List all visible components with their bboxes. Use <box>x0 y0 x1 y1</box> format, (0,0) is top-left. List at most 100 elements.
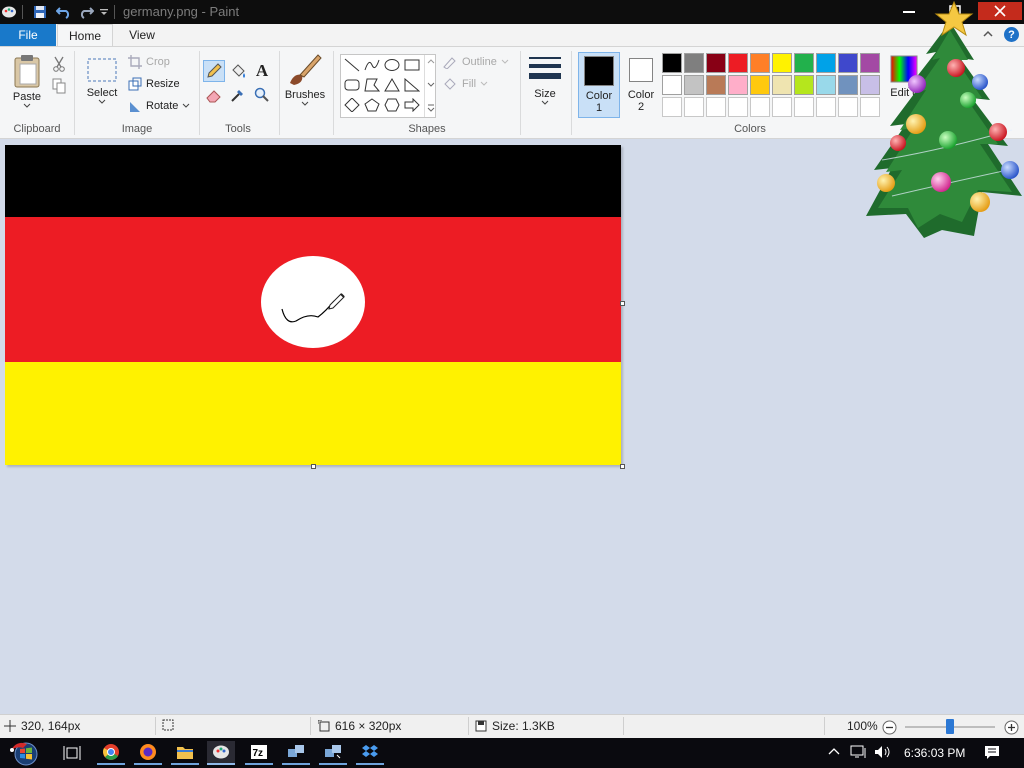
palette-color-swatch[interactable] <box>706 75 726 95</box>
dropbox-taskbar-button[interactable] <box>356 741 384 765</box>
network-app-taskbar-button[interactable] <box>282 741 310 765</box>
palette-color-swatch[interactable] <box>750 97 770 117</box>
start-button[interactable] <box>6 741 46 766</box>
resize-button[interactable]: Resize <box>128 77 180 91</box>
palette-color-swatch[interactable] <box>794 53 814 73</box>
palette-color-swatch[interactable] <box>816 53 836 73</box>
color-picker-tool[interactable] <box>227 84 249 106</box>
text-tool[interactable]: A <box>251 60 273 82</box>
polygon-shape-icon[interactable] <box>363 76 381 94</box>
rectangle-shape-icon[interactable] <box>403 56 421 74</box>
remote-app-taskbar-button[interactable] <box>319 741 347 765</box>
file-explorer-taskbar-button[interactable] <box>171 741 199 765</box>
oval-shape-icon[interactable] <box>383 56 401 74</box>
palette-color-swatch[interactable] <box>772 75 792 95</box>
palette-color-swatch[interactable] <box>684 97 704 117</box>
resize-handle-bottom[interactable] <box>311 464 316 469</box>
size-button[interactable]: Size <box>526 55 564 106</box>
fill-button[interactable]: Fill <box>442 77 488 91</box>
task-view-button[interactable] <box>58 741 86 765</box>
fill-tool[interactable] <box>227 60 249 82</box>
zoom-in-button[interactable] <box>1004 720 1019 738</box>
palette-color-swatch[interactable] <box>662 75 682 95</box>
pencil-tool[interactable] <box>203 60 225 82</box>
shapes-scrollbar[interactable] <box>424 55 436 117</box>
image-size-value: 616 × 320px <box>335 719 402 733</box>
palette-color-swatch[interactable] <box>838 97 858 117</box>
outline-button[interactable]: Outline <box>442 55 509 69</box>
tab-home[interactable]: Home <box>57 24 113 47</box>
triangle-shape-icon[interactable] <box>383 76 401 94</box>
color-2-button[interactable]: Color 2 <box>622 52 660 118</box>
cut-icon[interactable] <box>48 53 70 75</box>
resize-handle-corner[interactable] <box>620 464 625 469</box>
tab-view[interactable]: View <box>120 24 164 46</box>
palette-color-swatch[interactable] <box>772 97 792 117</box>
right-arrow-shape-icon[interactable] <box>403 96 421 114</box>
palette-color-swatch[interactable] <box>816 75 836 95</box>
paste-button[interactable]: Paste <box>8 53 46 109</box>
network-icon[interactable] <box>850 745 868 762</box>
zoom-slider-thumb[interactable] <box>946 719 954 734</box>
zoom-out-button[interactable] <box>882 720 897 738</box>
right-triangle-shape-icon[interactable] <box>403 76 421 94</box>
palette-color-swatch[interactable] <box>662 97 682 117</box>
paint-app-icon[interactable] <box>0 3 18 21</box>
file-size-value: Size: 1.3KB <box>492 719 555 733</box>
cursor-position-value: 320, 164px <box>21 719 81 733</box>
palette-color-swatch[interactable] <box>816 97 836 117</box>
line-shape-icon[interactable] <box>343 56 361 74</box>
brush-icon <box>290 54 322 85</box>
select-button[interactable]: Select <box>82 57 122 105</box>
palette-color-swatch[interactable] <box>728 53 748 73</box>
palette-color-swatch[interactable] <box>838 53 858 73</box>
diamond-shape-icon[interactable] <box>343 96 361 114</box>
drawing-canvas[interactable] <box>5 145 621 465</box>
rounded-rectangle-shape-icon[interactable] <box>343 76 361 94</box>
zoom-level: 100% <box>847 719 878 733</box>
undo-icon[interactable] <box>54 3 74 21</box>
crop-button[interactable]: Crop <box>128 55 170 69</box>
curve-shape-icon[interactable] <box>363 56 381 74</box>
copy-icon[interactable] <box>48 75 70 97</box>
chrome-taskbar-button[interactable] <box>97 741 125 765</box>
7zip-taskbar-button[interactable]: 7z <box>245 741 273 765</box>
palette-color-swatch[interactable] <box>728 97 748 117</box>
palette-color-swatch[interactable] <box>706 53 726 73</box>
palette-color-swatch[interactable] <box>794 75 814 95</box>
chevron-down-icon <box>23 103 31 108</box>
eyedropper-icon <box>231 90 243 102</box>
palette-color-swatch[interactable] <box>662 53 682 73</box>
palette-color-swatch[interactable] <box>750 53 770 73</box>
palette-color-swatch[interactable] <box>750 75 770 95</box>
palette-color-swatch[interactable] <box>794 97 814 117</box>
palette-color-swatch[interactable] <box>728 75 748 95</box>
palette-color-swatch[interactable] <box>684 53 704 73</box>
rotate-button[interactable]: Rotate <box>128 99 190 113</box>
show-hidden-icons-button[interactable] <box>828 746 840 761</box>
hexagon-shape-icon[interactable] <box>383 96 401 114</box>
select-icon <box>87 58 117 82</box>
redo-icon[interactable] <box>76 3 96 21</box>
tab-file[interactable]: File <box>0 24 56 46</box>
pentagon-shape-icon[interactable] <box>363 96 381 114</box>
clock[interactable]: 6:36:03 PM <box>904 746 965 760</box>
save-icon[interactable] <box>30 3 50 21</box>
clipboard-group-label: Clipboard <box>13 123 61 135</box>
palette-color-swatch[interactable] <box>706 97 726 117</box>
customize-quick-access-icon[interactable] <box>97 3 111 21</box>
palette-color-swatch[interactable] <box>838 75 858 95</box>
notifications-button[interactable] <box>984 745 1000 763</box>
resize-handle-right[interactable] <box>620 301 625 306</box>
firefox-taskbar-button[interactable] <box>134 741 162 765</box>
volume-icon[interactable] <box>874 745 892 762</box>
color-1-button[interactable]: Color 1 <box>578 52 620 118</box>
paint-taskbar-button[interactable] <box>207 741 235 765</box>
color-palette <box>662 53 884 119</box>
palette-color-swatch[interactable] <box>684 75 704 95</box>
palette-color-swatch[interactable] <box>772 53 792 73</box>
brushes-button[interactable]: Brushes <box>283 53 327 107</box>
eraser-tool[interactable] <box>203 84 225 106</box>
image-size: 616 × 320px <box>318 719 401 733</box>
magnifier-tool[interactable] <box>251 84 273 106</box>
